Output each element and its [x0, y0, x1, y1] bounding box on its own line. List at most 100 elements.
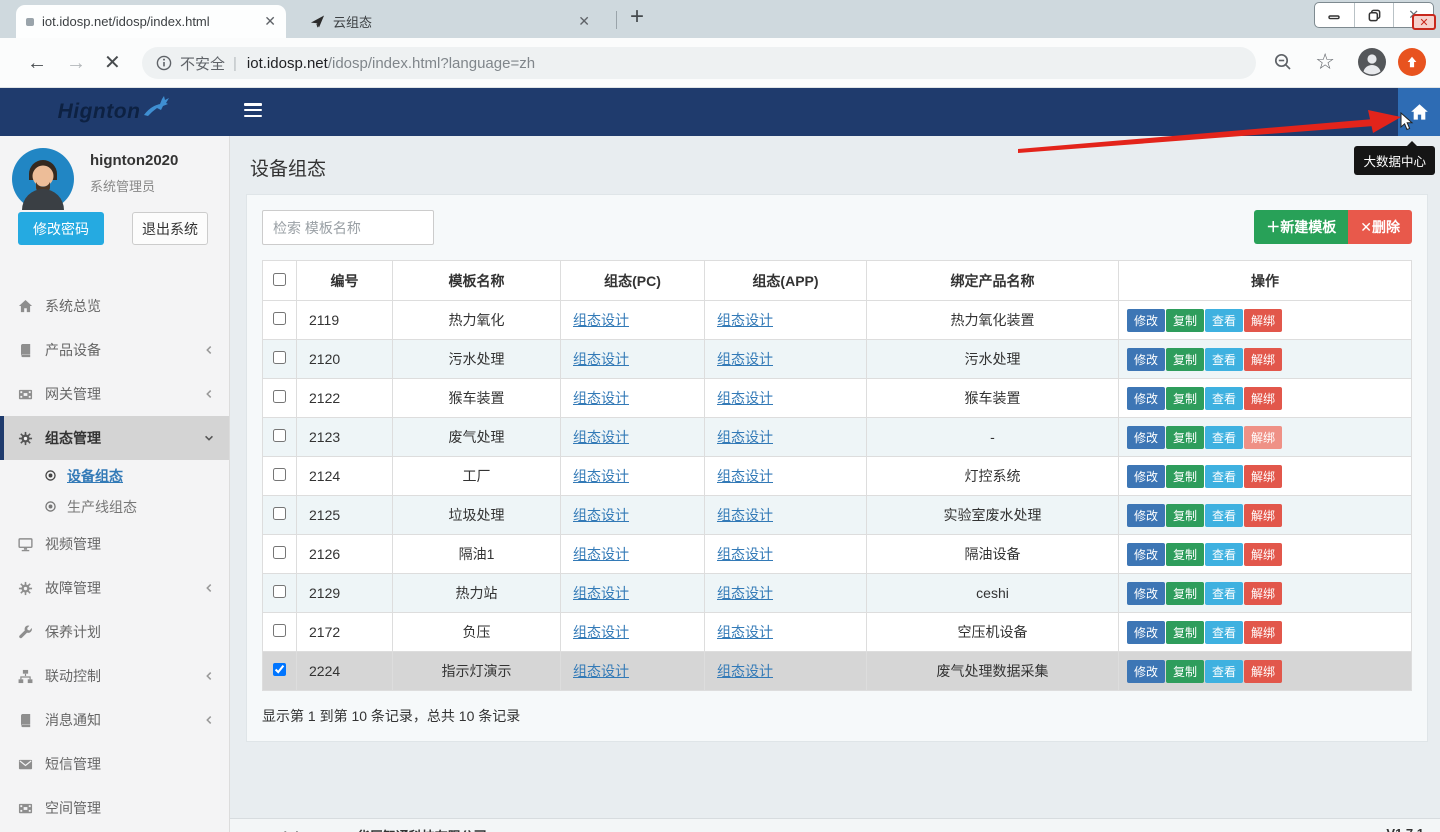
view-button[interactable]: 查看 — [1205, 621, 1243, 644]
edit-button[interactable]: 修改 — [1127, 582, 1165, 605]
sidebar-item[interactable]: 视频管理 — [0, 522, 229, 566]
row-checkbox[interactable] — [273, 546, 286, 559]
copy-button[interactable]: 复制 — [1166, 660, 1204, 683]
edit-button[interactable]: 修改 — [1127, 504, 1165, 527]
view-button[interactable]: 查看 — [1205, 309, 1243, 332]
minimize-button[interactable] — [1315, 3, 1354, 27]
row-checkbox[interactable] — [273, 468, 286, 481]
row-checkbox[interactable] — [273, 507, 286, 520]
search-input[interactable] — [262, 210, 434, 245]
row-checkbox[interactable] — [273, 312, 286, 325]
stop-loading-icon[interactable]: ✕ — [104, 51, 121, 75]
sidebar-item[interactable]: 系统总览 — [0, 284, 229, 328]
pc-design-link[interactable]: 组态设计 — [573, 546, 629, 562]
sidebar-item[interactable]: 故障管理 — [0, 566, 229, 610]
row-checkbox[interactable] — [273, 585, 286, 598]
forward-icon[interactable]: → — [66, 51, 86, 75]
copy-button[interactable]: 复制 — [1166, 504, 1204, 527]
big-data-center-button[interactable] — [1398, 88, 1440, 136]
copy-button[interactable]: 复制 — [1166, 582, 1204, 605]
app-design-link[interactable]: 组态设计 — [717, 468, 773, 484]
sidebar-item[interactable]: 保养计划 — [0, 610, 229, 654]
back-icon[interactable]: ← — [27, 51, 47, 75]
unbind-button[interactable]: 解绑 — [1244, 543, 1282, 566]
edit-button[interactable]: 修改 — [1127, 660, 1165, 683]
bookmark-star-icon[interactable]: ☆ — [1315, 49, 1335, 75]
unbind-button[interactable]: 解绑 — [1244, 621, 1282, 644]
tab-close-icon[interactable]: ✕ — [578, 13, 590, 30]
edit-button[interactable]: 修改 — [1127, 543, 1165, 566]
delete-button[interactable]: ✕删除 — [1348, 210, 1412, 244]
unbind-button[interactable]: 解绑 — [1244, 465, 1282, 488]
row-checkbox[interactable] — [273, 351, 286, 364]
new-tab-button[interactable]: + — [630, 3, 644, 31]
app-design-link[interactable]: 组态设计 — [717, 624, 773, 640]
select-all-checkbox[interactable] — [273, 273, 286, 286]
sidebar-item[interactable]: 消息通知 — [0, 698, 229, 742]
view-button[interactable]: 查看 — [1205, 348, 1243, 371]
pc-design-link[interactable]: 组态设计 — [573, 351, 629, 367]
change-password-button[interactable]: 修改密码 — [18, 212, 104, 245]
view-button[interactable]: 查看 — [1205, 465, 1243, 488]
pc-design-link[interactable]: 组态设计 — [573, 507, 629, 523]
browser-profile-avatar[interactable] — [1358, 48, 1386, 76]
view-button[interactable]: 查看 — [1205, 504, 1243, 527]
tab-close-icon[interactable]: ✕ — [264, 13, 276, 30]
pc-design-link[interactable]: 组态设计 — [573, 663, 629, 679]
sidebar-item[interactable]: 短信管理 — [0, 742, 229, 786]
app-design-link[interactable]: 组态设计 — [717, 351, 773, 367]
unbind-button[interactable]: 解绑 — [1244, 309, 1282, 332]
logout-button[interactable]: 退出系统 — [132, 212, 208, 245]
sidebar-toggle-button[interactable] — [244, 103, 262, 120]
pc-design-link[interactable]: 组态设计 — [573, 390, 629, 406]
unbind-button[interactable]: 解绑 — [1244, 582, 1282, 605]
browser-tab-current[interactable]: iot.idosp.net/idosp/index.html ✕ — [16, 5, 286, 38]
app-design-link[interactable]: 组态设计 — [717, 312, 773, 328]
restore-button[interactable] — [1354, 3, 1394, 27]
row-checkbox[interactable] — [273, 390, 286, 403]
url-field[interactable]: 不安全 | iot.idosp.net/idosp/index.html?lan… — [142, 47, 1256, 79]
view-button[interactable]: 查看 — [1205, 582, 1243, 605]
pc-design-link[interactable]: 组态设计 — [573, 624, 629, 640]
edit-button[interactable]: 修改 — [1127, 465, 1165, 488]
browser-tab-cloud-scada[interactable]: 云组态 ✕ — [300, 5, 600, 38]
row-checkbox[interactable] — [273, 624, 286, 637]
close-button[interactable]: ✕ ✕ — [1393, 3, 1433, 27]
pc-design-link[interactable]: 组态设计 — [573, 468, 629, 484]
unbind-button[interactable]: 解绑 — [1244, 387, 1282, 410]
sidebar-item[interactable]: 组态管理 — [0, 416, 229, 460]
sidebar-subitem[interactable]: 生产线组态 — [0, 491, 229, 522]
security-label[interactable]: 不安全 — [180, 53, 225, 74]
pc-design-link[interactable]: 组态设计 — [573, 585, 629, 601]
view-button[interactable]: 查看 — [1205, 543, 1243, 566]
browser-update-icon[interactable] — [1398, 48, 1426, 76]
unbind-button[interactable]: 解绑 — [1244, 660, 1282, 683]
view-button[interactable]: 查看 — [1205, 426, 1243, 449]
edit-button[interactable]: 修改 — [1127, 387, 1165, 410]
app-design-link[interactable]: 组态设计 — [717, 429, 773, 445]
pc-design-link[interactable]: 组态设计 — [573, 429, 629, 445]
edit-button[interactable]: 修改 — [1127, 621, 1165, 644]
row-checkbox[interactable] — [273, 429, 286, 442]
copy-button[interactable]: 复制 — [1166, 543, 1204, 566]
sidebar-item[interactable]: 网关管理 — [0, 372, 229, 416]
copy-button[interactable]: 复制 — [1166, 465, 1204, 488]
unbind-button[interactable]: 解绑 — [1244, 348, 1282, 371]
copy-button[interactable]: 复制 — [1166, 387, 1204, 410]
unbind-button[interactable]: 解绑 — [1244, 504, 1282, 527]
new-template-button[interactable]: ＋新建模板 — [1254, 210, 1348, 244]
app-design-link[interactable]: 组态设计 — [717, 507, 773, 523]
copy-button[interactable]: 复制 — [1166, 621, 1204, 644]
sidebar-item[interactable]: 联动控制 — [0, 654, 229, 698]
row-checkbox[interactable] — [273, 663, 286, 676]
copy-button[interactable]: 复制 — [1166, 309, 1204, 332]
app-design-link[interactable]: 组态设计 — [717, 585, 773, 601]
app-design-link[interactable]: 组态设计 — [717, 663, 773, 679]
view-button[interactable]: 查看 — [1205, 660, 1243, 683]
sidebar-item[interactable]: 空间管理 — [0, 786, 229, 830]
view-button[interactable]: 查看 — [1205, 387, 1243, 410]
sidebar-subitem[interactable]: 设备组态 — [0, 460, 229, 491]
app-design-link[interactable]: 组态设计 — [717, 390, 773, 406]
pc-design-link[interactable]: 组态设计 — [573, 312, 629, 328]
copy-button[interactable]: 复制 — [1166, 426, 1204, 449]
